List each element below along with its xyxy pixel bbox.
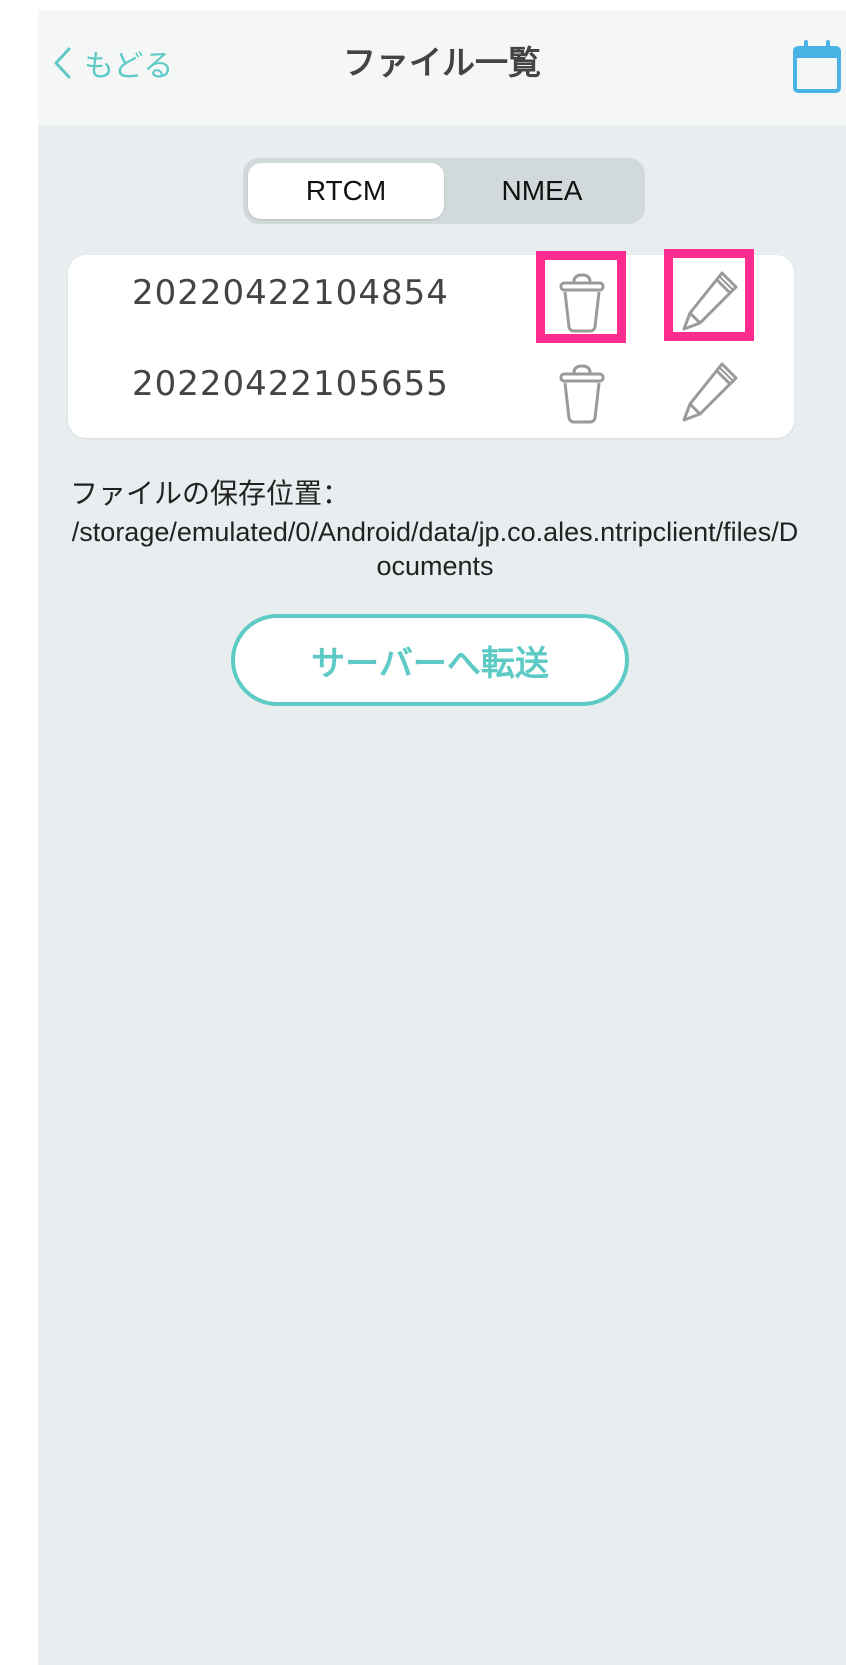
storage-location-path: /storage/emulated/0/Android/data/jp.co.a… xyxy=(71,517,799,581)
file-name: 20220422104854 xyxy=(132,273,449,313)
trash-icon xyxy=(559,273,605,333)
nav-bar: もどる ファイル一覧 xyxy=(38,10,846,125)
storage-location-label: ファイルの保存位置： xyxy=(70,478,351,509)
send-to-server-button[interactable]: サーバーへ転送 xyxy=(231,614,629,706)
format-segmented-control: RTCM NMEA xyxy=(243,158,645,224)
calendar-button[interactable] xyxy=(792,40,842,94)
page-title: ファイル一覧 xyxy=(343,43,541,82)
file-name: 20220422105655 xyxy=(132,364,449,404)
pencil-icon xyxy=(682,362,738,422)
file-list: 20220422104854 20220422105655 xyxy=(68,249,794,438)
file-list-screen: もどる ファイル一覧 RTCM NMEA 20220422104854 2022… xyxy=(38,10,846,1665)
calendar-icon xyxy=(793,40,841,93)
file-row: 20220422104854 xyxy=(68,249,794,345)
segment-rtcm[interactable]: RTCM xyxy=(248,163,444,219)
trash-icon xyxy=(559,364,605,424)
file-row: 20220422105655 xyxy=(68,346,794,436)
delete-button[interactable] xyxy=(546,265,618,337)
edit-button[interactable] xyxy=(672,356,746,428)
pencil-icon xyxy=(682,271,738,331)
segment-nmea[interactable]: NMEA xyxy=(444,163,640,219)
delete-button[interactable] xyxy=(546,356,618,428)
edit-button[interactable] xyxy=(672,265,746,337)
